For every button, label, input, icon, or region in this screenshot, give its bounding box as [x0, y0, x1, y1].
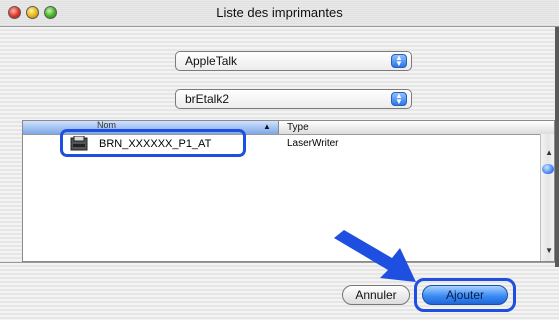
add-button[interactable]: Ajouter — [422, 285, 508, 305]
divider — [0, 262, 555, 263]
scroll-thumb[interactable] — [542, 164, 554, 174]
scroll-down-icon[interactable]: ▼ — [545, 246, 553, 255]
zone-value: brEtalk2 — [185, 92, 230, 106]
zone-popup[interactable]: brEtalk2 ▲ ▼ — [175, 89, 412, 109]
column-header-type[interactable]: Type — [287, 121, 309, 134]
connection-type-popup[interactable]: AppleTalk ▲ ▼ — [175, 51, 412, 71]
vertical-scrollbar[interactable]: ▲ ▼ — [540, 134, 554, 261]
popup-arrows-icon: ▲ ▼ — [391, 54, 407, 68]
printer-type: LaserWriter — [287, 138, 339, 149]
window-edge — [555, 27, 559, 267]
popup-arrows-icon: ▲ ▼ — [391, 92, 407, 106]
window-title: Liste des imprimantes — [216, 5, 343, 20]
pointer-arrow-icon — [334, 230, 416, 282]
sort-ascending-icon: ▲ — [263, 122, 271, 131]
title-bar[interactable]: Liste des imprimantes — [0, 0, 559, 27]
printer-list-window: Liste des imprimantes AppleTalk ▲ ▼ brEta… — [0, 0, 559, 320]
connection-type-value: AppleTalk — [185, 54, 238, 68]
scroll-up-icon[interactable]: ▲ — [545, 148, 553, 157]
cancel-button[interactable]: Annuler — [342, 285, 410, 305]
highlight-printer-row — [60, 129, 246, 157]
